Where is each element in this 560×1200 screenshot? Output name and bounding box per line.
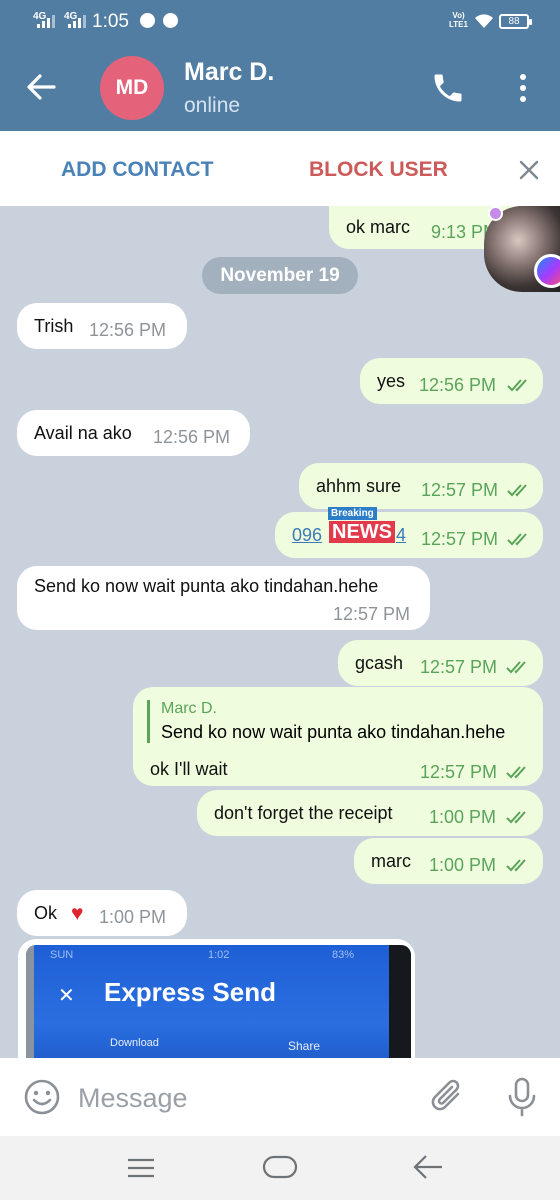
status-bar: 4G 4G 1:05 Vo) LTE1 88: [0, 0, 560, 44]
phone-number-link-start[interactable]: 096: [292, 525, 322, 546]
message-bubble-outgoing[interactable]: don't forget the receipt 1:00 PM: [197, 790, 543, 836]
message-text: ok I'll wait: [150, 759, 228, 779]
message-text: Trish: [34, 316, 74, 336]
double-check-icon: [507, 533, 527, 546]
photo-share-label: Share: [288, 1039, 321, 1053]
message-composer: [0, 1058, 560, 1136]
nav-recents-icon[interactable]: [126, 1157, 156, 1179]
mic-icon[interactable]: [506, 1076, 538, 1118]
message-text: ok marc: [346, 217, 411, 237]
attach-icon[interactable]: [428, 1076, 468, 1118]
battery-indicator: 88: [499, 14, 532, 29]
message-bubble-outgoing[interactable]: yes 12:56 PM: [360, 358, 543, 404]
double-check-icon: [506, 859, 526, 872]
photo-status-time: 1:02: [208, 949, 230, 961]
message-bubble-outgoing[interactable]: gcash 12:57 PM: [338, 640, 543, 686]
reply-quote-name: Marc D.: [161, 700, 217, 717]
close-icon[interactable]: [516, 157, 542, 183]
message-text: Send ko now wait punta ako tindahan.hehe: [34, 576, 379, 596]
messenger-chat-head[interactable]: [484, 206, 560, 296]
more-vert-icon[interactable]: [512, 70, 534, 106]
nav-home-icon[interactable]: [262, 1154, 298, 1180]
presence-dot: [488, 206, 503, 221]
message-text: Avail na ako: [34, 423, 132, 443]
sticker-word: NEWS: [329, 521, 395, 543]
message-text: don't forget the receipt: [214, 803, 393, 823]
message-bubble-incoming[interactable]: Avail na ako 12:56 PM: [17, 410, 250, 456]
double-check-icon: [506, 811, 526, 824]
message-bubble-outgoing[interactable]: ahhm sure 12:57 PM: [299, 463, 543, 509]
app-header: 4G 4G 1:05 Vo) LTE1 88 MD Marc D. online: [0, 0, 560, 131]
message-text: Ok: [34, 903, 58, 923]
avatar[interactable]: MD: [100, 56, 164, 120]
date-separator: November 19: [202, 257, 358, 294]
photo-download-label: Download: [110, 1037, 159, 1049]
message-time: 1:00 PM: [99, 907, 167, 927]
message-time: 12:57 PM: [421, 529, 499, 549]
messenger-icon: [534, 254, 560, 288]
message-time: 12:56 PM: [89, 320, 167, 340]
telegram-notification-icon: [163, 13, 178, 28]
message-time: 12:57 PM: [333, 604, 411, 624]
signal-icon: [68, 15, 86, 28]
messenger-notification-icon: [140, 13, 155, 28]
message-time: 12:56 PM: [419, 375, 497, 395]
chat-status: online: [184, 94, 241, 117]
system-nav-bar: [0, 1136, 560, 1200]
message-time: 12:56 PM: [153, 427, 231, 447]
contact-action-bar: ADD CONTACT BLOCK USER: [0, 131, 560, 206]
message-bubble-incoming[interactable]: Send ko now wait punta ako tindahan.hehe…: [17, 566, 430, 630]
signal-icon: [37, 15, 55, 28]
message-text: ahhm sure: [316, 476, 402, 496]
back-arrow-icon[interactable]: [22, 70, 62, 104]
heart-icon: ♥: [71, 902, 84, 925]
reply-quote[interactable]: Marc D. Send ko now wait punta ako tinda…: [147, 700, 505, 743]
message-text: marc: [371, 851, 411, 871]
emoji-icon[interactable]: [23, 1078, 61, 1116]
message-time: 12:57 PM: [420, 762, 498, 782]
message-input[interactable]: [78, 1080, 408, 1116]
photo-close-icon: ✕: [58, 985, 75, 1007]
add-contact-button[interactable]: ADD CONTACT: [61, 158, 213, 182]
double-check-icon: [507, 484, 527, 497]
double-check-icon: [507, 379, 527, 392]
block-user-button[interactable]: BLOCK USER: [309, 158, 448, 182]
breaking-news-sticker: Breaking NEWS: [326, 507, 404, 543]
message-bubble-incoming[interactable]: Ok ♥ 1:00 PM: [17, 890, 187, 936]
message-time: 12:57 PM: [420, 657, 498, 677]
phone-icon[interactable]: [430, 70, 466, 106]
double-check-icon: [506, 766, 526, 779]
wifi-icon: [475, 14, 493, 28]
message-time: 1:00 PM: [429, 855, 497, 875]
clock: 1:05: [92, 11, 129, 32]
avatar-initials: MD: [115, 76, 149, 99]
photo-status-right: 83%: [332, 949, 355, 961]
message-time: 1:00 PM: [429, 807, 497, 827]
sticker-tag: Breaking: [328, 507, 377, 520]
photo-title: Express Send: [104, 977, 276, 1007]
reply-quote-text: Send ko now wait punta ako tindahan.hehe: [161, 722, 506, 742]
message-bubble-incoming[interactable]: Trish 12:56 PM: [17, 303, 187, 349]
message-bubble-outgoing[interactable]: 096 4 12:57 PM: [275, 512, 543, 558]
photo-content: SUN 1:02 83% ✕ Express Send Download Sha…: [26, 945, 411, 1058]
message-bubble-outgoing[interactable]: marc 1:00 PM: [354, 838, 543, 884]
message-time: 12:57 PM: [421, 480, 499, 500]
chat-title[interactable]: Marc D.: [184, 58, 274, 87]
message-text: yes: [377, 371, 406, 391]
photo-status-left: SUN: [50, 949, 74, 961]
volte-indicator: Vo) LTE1: [449, 11, 468, 29]
double-check-icon: [506, 661, 526, 674]
message-list[interactable]: ok marc 9:13 PM November 19 Trish 12:56 …: [0, 206, 560, 1058]
photo-message[interactable]: SUN 1:02 83% ✕ Express Send Download Sha…: [18, 939, 415, 1058]
nav-back-icon[interactable]: [412, 1153, 444, 1181]
message-text: gcash: [355, 653, 404, 673]
